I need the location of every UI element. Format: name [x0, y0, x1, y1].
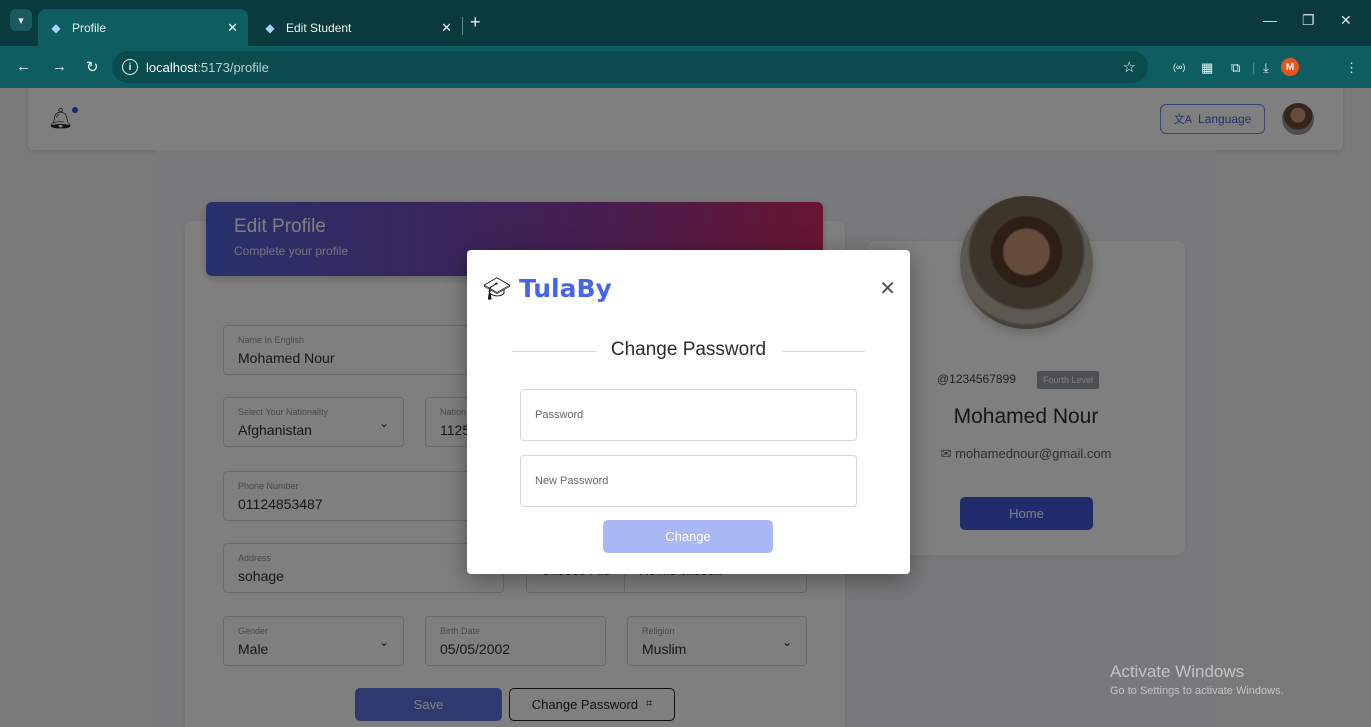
graduation-cap-icon: ◆ [265, 20, 275, 35]
graduation-cap-icon: 🎓︎ [483, 275, 511, 301]
tab-edit-student[interactable]: ◆ Edit Student ✕ [252, 9, 462, 46]
tab-search-button[interactable]: ▾ [10, 9, 32, 31]
password-input[interactable]: Password [520, 389, 857, 441]
change-password-modal: 🎓︎ TulaBy ✕ Change Password Password New… [467, 250, 910, 574]
modal-title: Change Password [610, 339, 767, 360]
watermark-subtitle: Go to Settings to activate Windows. [1110, 685, 1284, 697]
download-icon[interactable]: ⤓ [1263, 60, 1269, 76]
new-tab-button[interactable]: + [470, 13, 481, 31]
graduation-cap-icon: ◆ [51, 20, 61, 35]
tab-title: Edit Student [286, 20, 352, 35]
translate-icon[interactable]: ▦ [1201, 60, 1213, 76]
change-button[interactable]: Change [603, 520, 773, 553]
chevron-down-icon: ▾ [18, 14, 24, 27]
reload-icon[interactable]: ↻ [86, 58, 99, 76]
tab-divider [462, 17, 463, 35]
address-bar[interactable]: i localhost:5173/profile ☆ [112, 51, 1148, 83]
toolbar-divider: | [1252, 60, 1256, 75]
browser-profile-avatar[interactable]: M [1281, 58, 1299, 76]
close-icon[interactable]: ✕ [227, 20, 238, 36]
extensions-puzzle-icon[interactable]: ⧉ [1231, 60, 1240, 76]
new-password-input[interactable]: New Password [520, 455, 857, 507]
windows-activation-watermark: Activate Windows Go to Settings to activ… [1110, 662, 1284, 697]
bookmark-star-icon[interactable]: ☆ [1123, 58, 1136, 76]
brand-name: TulaBy [518, 274, 612, 303]
close-icon[interactable]: ✕ [879, 276, 896, 301]
restore-icon[interactable]: ❐ [1302, 12, 1315, 29]
url-text: localhost:5173/profile [146, 59, 269, 75]
page: 🔔︎ 文A Language Edit Profile Complete you… [0, 88, 1371, 727]
browser-tab-strip: ▾ ◆ Profile ✕ ◆ Edit Student ✕ + — ❐ ✕ [0, 0, 1371, 46]
tab-title: Profile [72, 20, 107, 35]
close-icon[interactable]: ✕ [441, 20, 452, 36]
extension-icon[interactable]: (∞) [1173, 62, 1185, 72]
brand-logo: 🎓︎ TulaBy [483, 274, 612, 303]
close-window-icon[interactable]: ✕ [1340, 12, 1352, 29]
browser-toolbar: ← → ↻ i localhost:5173/profile ☆ (∞) ▦ ⧉… [0, 46, 1371, 88]
more-menu-icon[interactable]: ⋮ [1345, 60, 1358, 76]
site-info-icon[interactable]: i [122, 59, 138, 75]
watermark-title: Activate Windows [1110, 662, 1245, 681]
tab-profile[interactable]: ◆ Profile ✕ [38, 9, 248, 46]
minimize-icon[interactable]: — [1263, 12, 1277, 28]
forward-icon[interactable]: → [52, 58, 67, 75]
back-icon[interactable]: ← [16, 58, 31, 75]
